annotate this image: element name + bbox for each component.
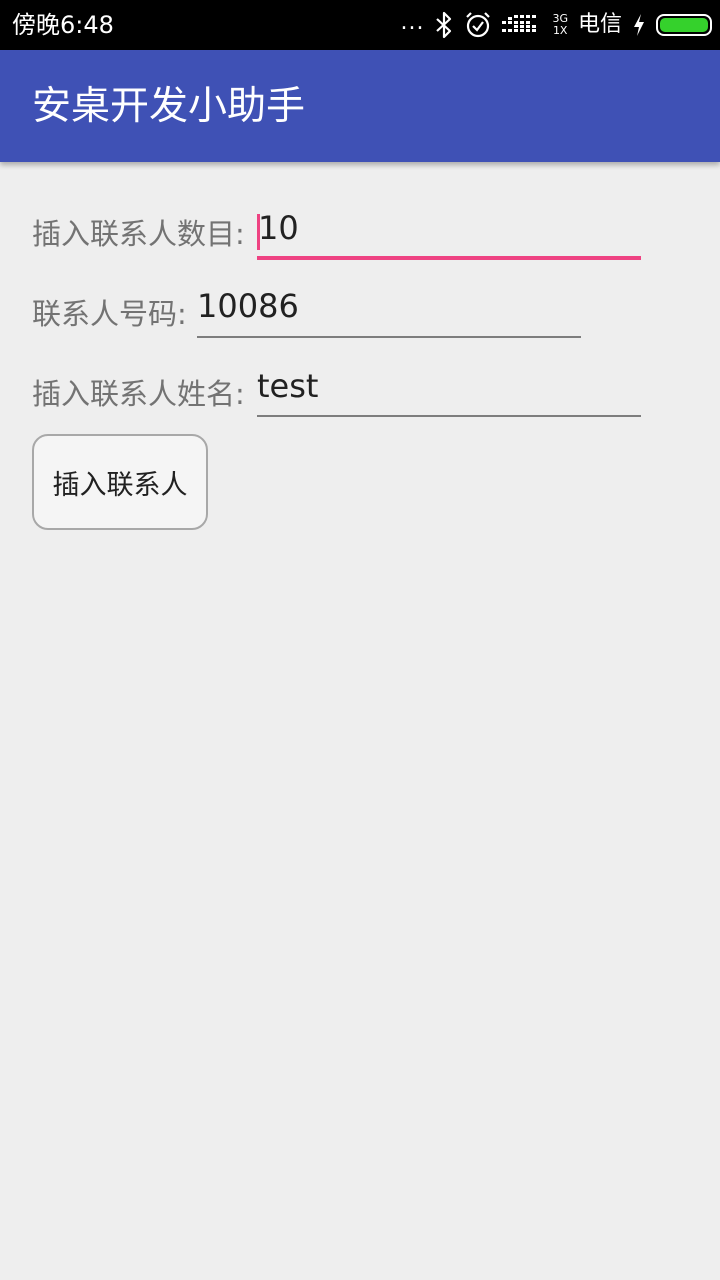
contact-phone-label: 联系人号码: [32,297,187,331]
contact-count-input[interactable] [258,206,641,256]
contact-name-input[interactable] [257,364,641,414]
bluetooth-icon [434,11,454,39]
contact-count-label: 插入联系人数目: [32,217,245,251]
battery-level [660,18,708,32]
network-type: 3G 1X [552,13,568,37]
more-notifications-icon: ... [400,10,425,35]
contact-name-label: 插入联系人姓名: [32,377,245,411]
status-bar: 傍晚6:48 ... 3G 1X 电信 [0,0,720,50]
contact-phone-underline [197,336,581,338]
insert-contacts-button[interactable]: 插入联系人 [32,434,208,530]
app-title: 安桌开发小助手 [32,84,306,129]
contact-phone-input[interactable] [197,284,581,334]
battery-icon [656,14,712,36]
contact-count-underline [257,256,641,260]
status-time: 傍晚6:48 [12,11,114,39]
carrier-name: 电信 [577,12,622,37]
status-icons: ... 3G 1X 电信 [400,8,712,42]
network-type-bottom: 1X [552,24,568,37]
contact-name-underline [257,415,641,417]
charging-icon [632,13,646,37]
signal-icon [502,13,542,37]
app-bar: 安桌开发小助手 [0,50,720,162]
alarm-icon [464,11,492,39]
